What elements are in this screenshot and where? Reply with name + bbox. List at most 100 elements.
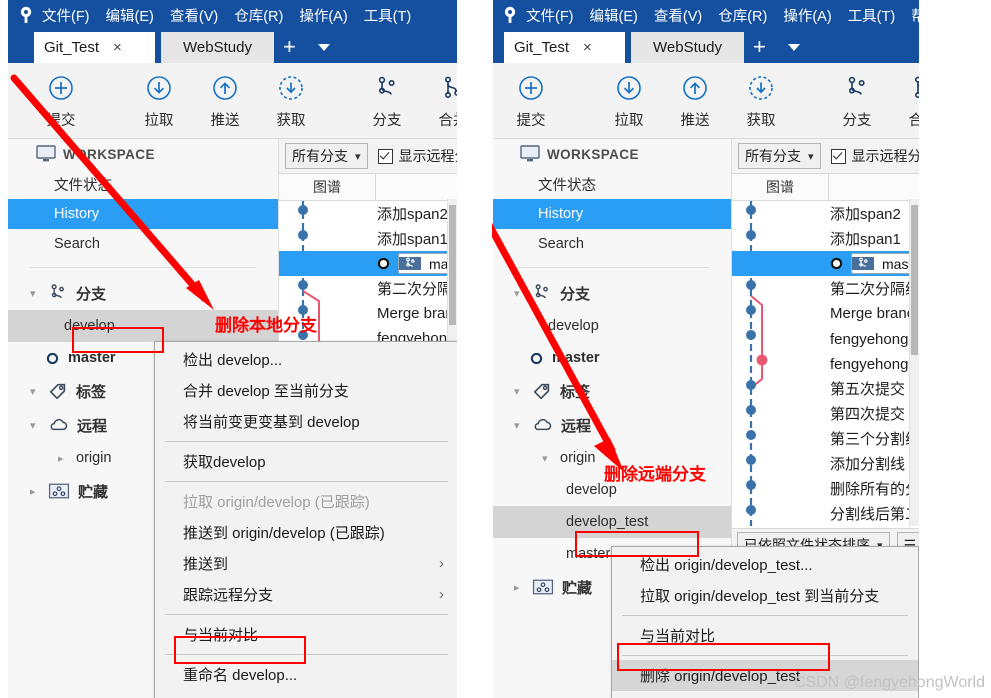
sidebar-group-remotes[interactable]: ▾ 远程 xyxy=(492,408,731,442)
menu-item-actions[interactable]: 操作(A) xyxy=(299,5,347,26)
menu-item-repository[interactable]: 仓库(R) xyxy=(234,5,283,26)
commit-row[interactable]: 添加分割线 xyxy=(732,451,919,476)
branch-filter-dropdown[interactable]: 所有分支 ▾ xyxy=(738,143,821,169)
tab-webstudy[interactable]: WebStudy xyxy=(161,32,274,63)
toolbar-commit-button[interactable]: 提交 xyxy=(500,71,562,130)
chevron-down-icon[interactable] xyxy=(788,44,800,51)
menu-item-file[interactable]: 文件(F) xyxy=(526,5,574,26)
checkbox-icon[interactable] xyxy=(377,148,393,164)
chevron-right-icon[interactable]: ▸ xyxy=(58,452,68,465)
sidebar-group-tags[interactable]: ▾ 标签 xyxy=(492,374,731,408)
close-icon[interactable]: × xyxy=(583,40,592,55)
sidebar-item-search[interactable]: Search xyxy=(8,229,278,259)
toolbar-push-button[interactable]: 推送 xyxy=(194,71,256,130)
chevron-down-icon[interactable]: ▾ xyxy=(355,150,361,163)
sidebar-item-search[interactable]: Search xyxy=(492,229,731,259)
tab-git-test[interactable]: Git_Test × xyxy=(34,32,155,63)
commit-row[interactable]: Merge branch 'fe xyxy=(732,301,919,326)
highlight-box-develop-branch xyxy=(72,327,164,353)
menu-item-delete-branch[interactable]: 删除 develop xyxy=(155,690,457,698)
branch-filter-dropdown[interactable]: 所有分支 ▾ xyxy=(285,143,368,169)
close-icon[interactable]: × xyxy=(113,40,122,55)
toolbar-merge-button[interactable]: 合并 xyxy=(422,71,457,130)
menu-item-fetch[interactable]: 获取develop xyxy=(155,446,457,477)
commit-row[interactable]: 第四次提交 xyxy=(732,401,919,426)
chevron-down-icon[interactable] xyxy=(318,44,330,51)
menu-item-push-tracked[interactable]: 推送到 origin/develop (已跟踪) xyxy=(155,517,457,548)
graph-scrollbar[interactable] xyxy=(909,199,919,526)
commit-row-selected[interactable]: master xyxy=(732,251,919,276)
tab-git-test[interactable]: Git_Test × xyxy=(504,32,625,63)
menu-item-view[interactable]: 查看(V) xyxy=(654,5,702,26)
toolbar-branch-button[interactable]: 分支 xyxy=(826,71,888,130)
commit-row[interactable]: 第二次分隔线 xyxy=(279,276,457,301)
sidebar-item-file-status[interactable]: 文件状态 xyxy=(492,169,731,199)
toolbar-pull-button[interactable]: 拉取 xyxy=(598,71,660,130)
add-tab-icon[interactable]: + xyxy=(753,36,766,58)
menu-item-help[interactable]: 帮助(H) xyxy=(911,5,919,26)
toolbar-merge-button[interactable]: 合并 xyxy=(892,71,919,130)
toolbar-push-button[interactable]: 推送 xyxy=(664,71,726,130)
menu-item-push-to[interactable]: 推送到 › xyxy=(155,548,457,579)
chevron-right-icon[interactable]: ▸ xyxy=(30,485,40,498)
menu-item-edit[interactable]: 编辑(E) xyxy=(590,5,638,26)
menu-bar-right[interactable]: 文件(F) 编辑(E) 查看(V) 仓库(R) 操作(A) 工具(T) 帮助(H… xyxy=(526,0,919,30)
menu-item-edit[interactable]: 编辑(E) xyxy=(106,5,154,26)
commit-row-selected[interactable]: maste xyxy=(279,251,457,276)
menu-item-file[interactable]: 文件(F) xyxy=(42,5,90,26)
sidebar-item-file-status[interactable]: 文件状态 xyxy=(8,169,278,199)
chevron-down-icon[interactable]: ▾ xyxy=(30,287,40,300)
menu-item-checkout[interactable]: 检出 develop... xyxy=(155,344,457,375)
commit-row[interactable]: 分割线后第二次提交 xyxy=(732,501,919,526)
show-remote-branches-checkbox[interactable]: 显示远程分支 xyxy=(830,146,919,166)
chevron-down-icon[interactable]: ▾ xyxy=(514,287,524,300)
commit-row[interactable]: 添加span2 xyxy=(279,201,457,226)
toolbar-pull-button[interactable]: 拉取 xyxy=(128,71,190,130)
sidebar-branch-master[interactable]: master xyxy=(492,342,731,374)
commit-row[interactable]: 添加span1 xyxy=(732,226,919,251)
chevron-down-icon[interactable]: ▾ xyxy=(30,385,40,398)
sidebar-group-branches[interactable]: ▾ 分支 xyxy=(492,276,731,310)
sidebar-group-label: 分支 xyxy=(560,285,591,303)
toolbar-fetch-button[interactable]: 获取 xyxy=(730,71,792,130)
menu-item-track-remote[interactable]: 跟踪远程分支 › xyxy=(155,579,457,610)
commit-row[interactable]: 添加span2 xyxy=(732,201,919,226)
commit-row[interactable]: 第二次分隔线添加 xyxy=(732,276,919,301)
commit-row[interactable]: fengyehong分支再 xyxy=(732,326,919,351)
commit-row[interactable]: 删除所有的分割线 xyxy=(732,476,919,501)
chevron-down-icon[interactable]: ▾ xyxy=(30,419,40,432)
checkbox-icon[interactable] xyxy=(830,148,846,164)
sidebar-group-branches[interactable]: ▾ 分支 xyxy=(8,276,278,310)
menu-item-tools[interactable]: 工具(T) xyxy=(848,5,896,26)
show-remote-branches-checkbox[interactable]: 显示远程分支 xyxy=(377,146,457,166)
menu-bar-left[interactable]: 文件(F) 编辑(E) 查看(V) 仓库(R) 操作(A) 工具(T) xyxy=(42,0,411,30)
toolbar-fetch-button[interactable]: 获取 xyxy=(260,71,322,130)
toolbar-commit-button[interactable]: 提交 xyxy=(30,71,92,130)
menu-item-merge[interactable]: 合并 develop 至当前分支 xyxy=(155,375,457,406)
menu-item-create-pull-request[interactable]: 创建拉取请求... xyxy=(612,691,918,698)
chevron-down-icon[interactable]: ▾ xyxy=(514,419,524,432)
commit-row[interactable]: fengyehong分支再 xyxy=(732,351,919,376)
arrow-down-dashed-circle-icon xyxy=(260,71,322,105)
arrow-down-dashed-circle-icon xyxy=(730,71,792,105)
menu-item-repository[interactable]: 仓库(R) xyxy=(718,5,767,26)
add-tab-icon[interactable]: + xyxy=(283,36,296,58)
commit-row[interactable]: 第三个分割线 xyxy=(732,426,919,451)
chevron-down-icon[interactable]: ▾ xyxy=(514,385,524,398)
toolbar-branch-button[interactable]: 分支 xyxy=(356,71,418,130)
chevron-down-icon[interactable]: ▾ xyxy=(808,150,814,163)
menu-item-view[interactable]: 查看(V) xyxy=(170,5,218,26)
menu-item-actions[interactable]: 操作(A) xyxy=(783,5,831,26)
menu-item-tools[interactable]: 工具(T) xyxy=(364,5,412,26)
commit-row[interactable]: 第五次提交 xyxy=(732,376,919,401)
sidebar-item-history[interactable]: History xyxy=(8,199,278,229)
commit-row[interactable]: 添加span1 xyxy=(279,226,457,251)
chevron-right-icon[interactable]: ▸ xyxy=(514,581,524,594)
menu-item-pull-remote[interactable]: 拉取 origin/develop_test 到当前分支 xyxy=(612,580,918,611)
sidebar-group-label: 标签 xyxy=(560,383,591,401)
chevron-down-icon[interactable]: ▾ xyxy=(542,452,552,465)
tab-webstudy[interactable]: WebStudy xyxy=(631,32,744,63)
sidebar-item-history[interactable]: History xyxy=(492,199,731,229)
sidebar-branch-develop[interactable]: develop xyxy=(492,310,731,342)
menu-item-rebase[interactable]: 将当前变更变基到 develop xyxy=(155,406,457,437)
